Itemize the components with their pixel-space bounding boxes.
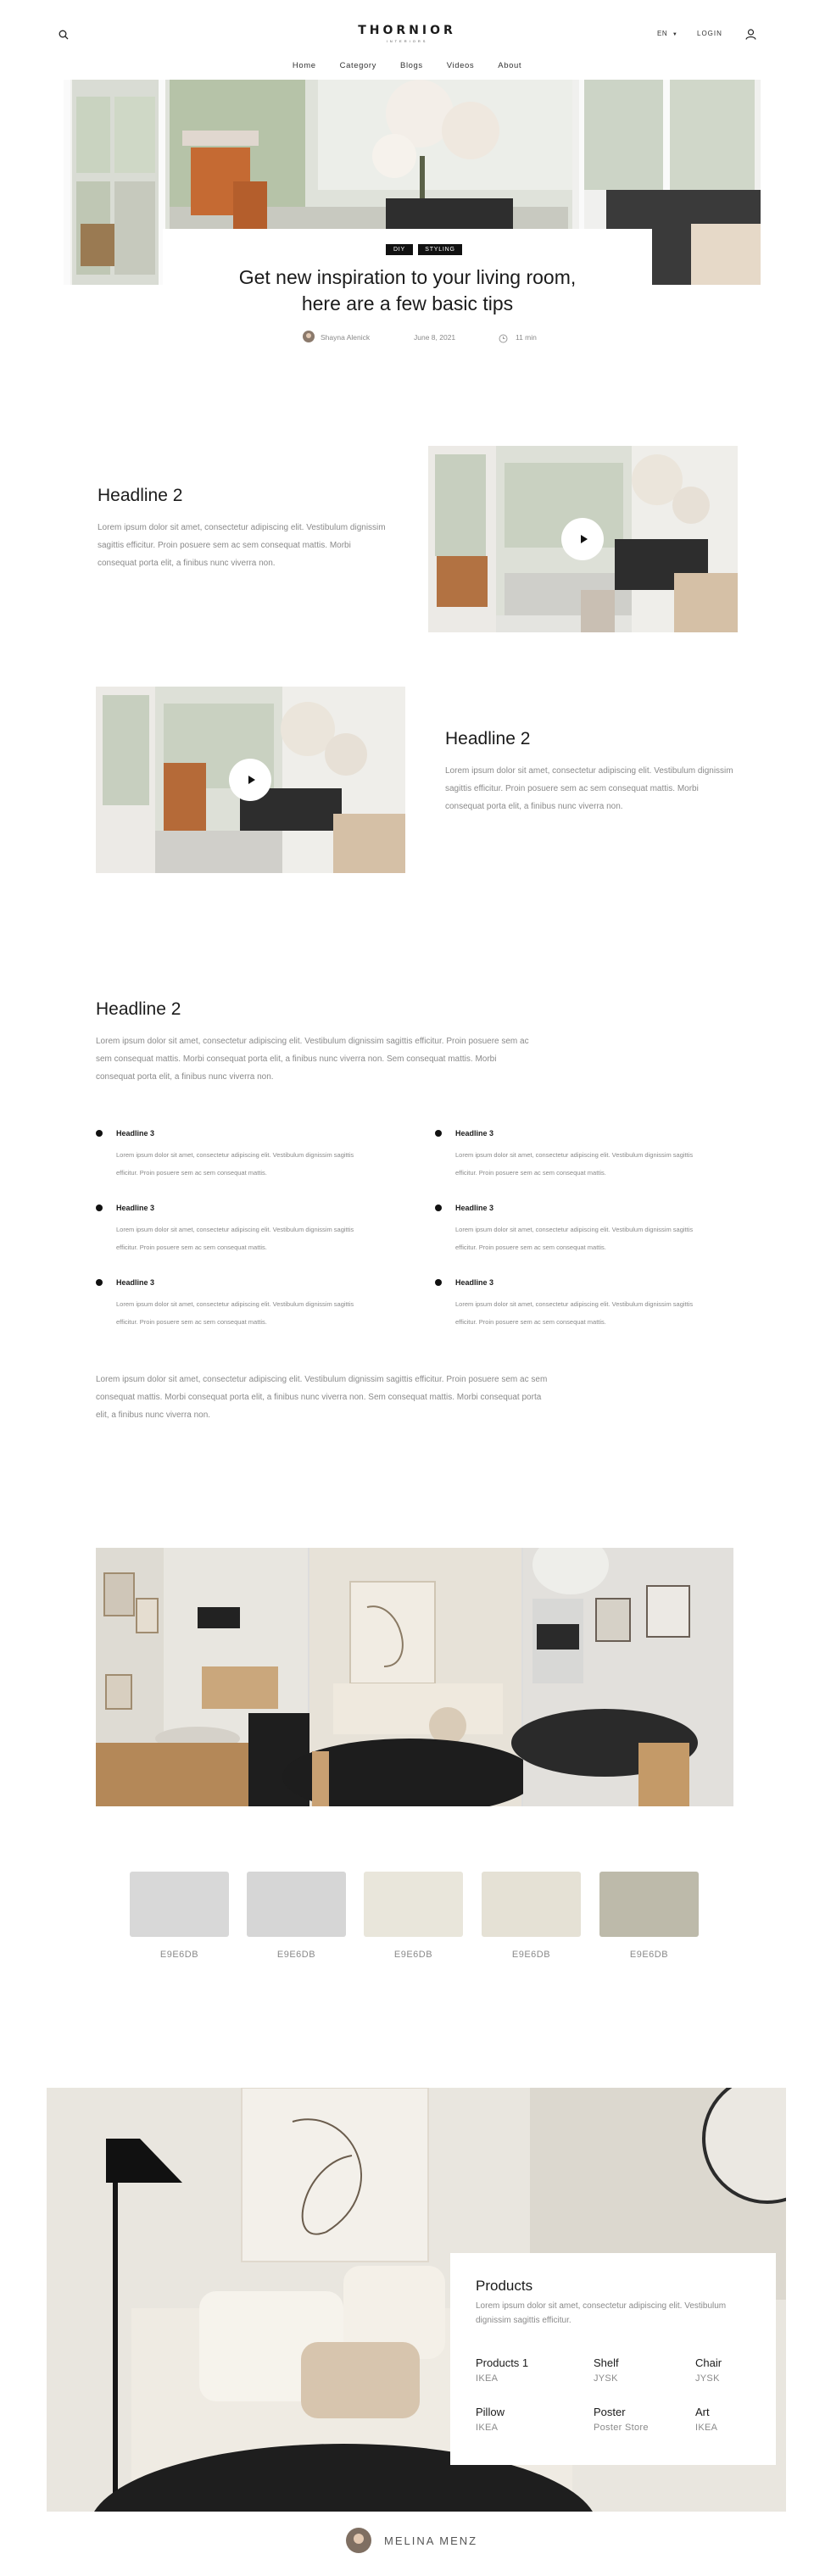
- nav-home[interactable]: Home: [293, 61, 316, 70]
- article-title-line-1: Get new inspiration to your living room,: [238, 266, 577, 288]
- chevron-down-icon: ▼: [672, 32, 678, 37]
- product-name[interactable]: Art: [695, 2406, 710, 2418]
- user-icon[interactable]: [743, 26, 758, 42]
- color-swatch: [482, 1872, 581, 1937]
- login-link[interactable]: LOGIN: [697, 30, 722, 37]
- bullet-1-title: Headline 3: [116, 1129, 155, 1138]
- color-swatch: [599, 1872, 699, 1937]
- language-select[interactable]: EN ▼: [657, 30, 677, 37]
- article-title-line-2: here are a few basic tips: [301, 292, 514, 314]
- language-label: EN: [657, 30, 668, 37]
- video-2-headline: Headline 2: [445, 729, 531, 748]
- bullet-3-text: Lorem ipsum dolor sit amet, consectetur …: [116, 1300, 354, 1326]
- color-swatch-label: E9E6DB: [159, 1950, 199, 1960]
- video-1-headline: Headline 2: [98, 486, 183, 505]
- bullet-dot: [435, 1205, 442, 1211]
- product-name[interactable]: Shelf: [594, 2356, 619, 2369]
- site-logo-subtitle: INTERIORS: [386, 39, 428, 43]
- bullet-5-title: Headline 3: [455, 1204, 494, 1212]
- read-time: 11 min: [516, 333, 537, 342]
- products-title: Products: [476, 2278, 533, 2294]
- video-1-thumbnail[interactable]: [428, 446, 738, 632]
- bullet-5-text: Lorem ipsum dolor sit amet, consectetur …: [455, 1226, 694, 1251]
- bullet-dot: [96, 1205, 103, 1211]
- author-name[interactable]: Shayna Alenick: [321, 333, 370, 342]
- gallery-image: [96, 1548, 733, 1806]
- article-title: Get new inspiration to your living room,…: [163, 264, 652, 317]
- nav-videos[interactable]: Videos: [447, 61, 474, 70]
- bullet-4-text: Lorem ipsum dolor sit amet, consectetur …: [455, 1151, 694, 1177]
- bullet-dot: [435, 1279, 442, 1286]
- text-block-intro: Lorem ipsum dolor sit amet, consectetur …: [96, 1037, 529, 1082]
- product-brand: IKEA: [476, 2373, 499, 2384]
- color-swatch-label: E9E6DB: [629, 1950, 669, 1960]
- video-2-text: Lorem ipsum dolor sit amet, consectetur …: [445, 766, 733, 811]
- nav-about[interactable]: About: [498, 61, 521, 70]
- product-name[interactable]: Poster: [594, 2406, 626, 2418]
- text-block-headline: Headline 2: [96, 999, 181, 1019]
- main-nav: Home Category Blogs Videos About: [0, 61, 814, 70]
- video-2-play-button[interactable]: [229, 759, 271, 801]
- product-name[interactable]: Products 1: [476, 2356, 528, 2369]
- product-brand: Poster Store: [594, 2423, 649, 2433]
- product-brand: JYSK: [594, 2373, 618, 2384]
- footer-author-name[interactable]: MELINA MENZ: [384, 2534, 477, 2547]
- bullet-6-text: Lorem ipsum dolor sit amet, consectetur …: [455, 1300, 694, 1326]
- bullet-4-title: Headline 3: [455, 1129, 494, 1138]
- publish-date: June 8, 2021: [414, 333, 456, 342]
- play-icon: [580, 535, 588, 543]
- bullet-2-title: Headline 3: [116, 1204, 155, 1212]
- products-text: Lorem ipsum dolor sit amet, consectetur …: [476, 2301, 727, 2325]
- video-1-text: Lorem ipsum dolor sit amet, consectetur …: [98, 523, 386, 568]
- play-icon: [248, 776, 255, 784]
- color-swatch-label: E9E6DB: [511, 1950, 551, 1960]
- bullet-dot: [435, 1130, 442, 1137]
- bullet-2-text: Lorem ipsum dolor sit amet, consectetur …: [116, 1226, 354, 1251]
- tag-styling[interactable]: STYLING: [418, 244, 462, 255]
- tag-diy[interactable]: DIY: [386, 244, 413, 255]
- nav-blogs[interactable]: Blogs: [400, 61, 423, 70]
- bullet-1-text: Lorem ipsum dolor sit amet, consectetur …: [116, 1151, 354, 1177]
- site-logo[interactable]: THORNIOR: [0, 24, 814, 37]
- color-swatch-label: E9E6DB: [276, 1950, 316, 1960]
- site-header: THORNIOR INTERIORS EN ▼ LOGIN Home Categ…: [0, 0, 814, 76]
- product-brand: IKEA: [695, 2423, 718, 2433]
- color-swatch: [130, 1872, 229, 1937]
- bullet-dot: [96, 1130, 103, 1137]
- bullet-3-title: Headline 3: [116, 1278, 155, 1287]
- bullet-6-title: Headline 3: [455, 1278, 494, 1287]
- color-swatch-label: E9E6DB: [393, 1950, 433, 1960]
- product-brand: IKEA: [476, 2423, 499, 2433]
- footer-author-avatar[interactable]: [346, 2528, 371, 2553]
- color-swatch: [247, 1872, 346, 1937]
- author-avatar[interactable]: [303, 331, 315, 342]
- text-block-outro: Lorem ipsum dolor sit amet, consectetur …: [96, 1375, 548, 1420]
- nav-category[interactable]: Category: [340, 61, 376, 70]
- video-2-thumbnail[interactable]: [96, 687, 405, 873]
- video-1-play-button[interactable]: [561, 518, 604, 560]
- product-name[interactable]: Pillow: [476, 2406, 505, 2418]
- product-name[interactable]: Chair: [695, 2356, 722, 2369]
- color-swatch: [364, 1872, 463, 1937]
- product-brand: JYSK: [695, 2373, 720, 2384]
- clock-icon: [499, 332, 508, 348]
- bullet-dot: [96, 1279, 103, 1286]
